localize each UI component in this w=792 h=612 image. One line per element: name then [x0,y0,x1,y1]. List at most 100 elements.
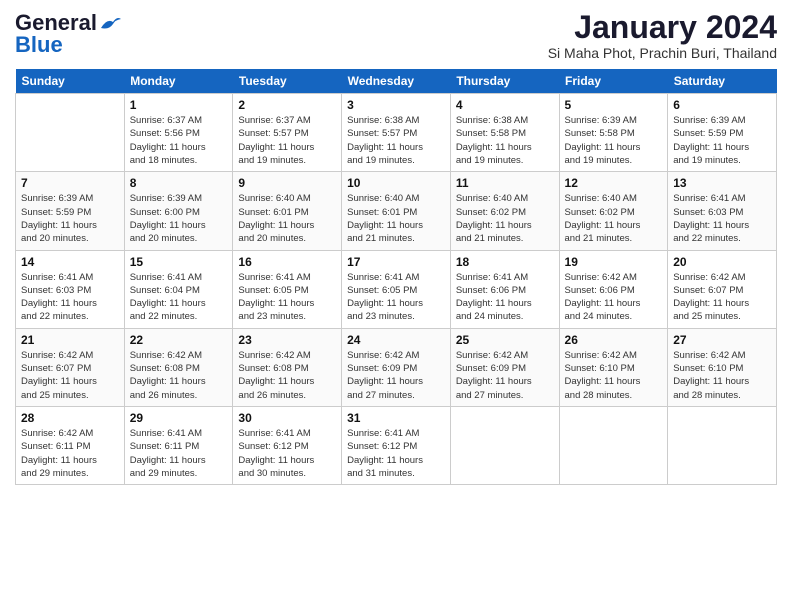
day-info: Sunrise: 6:39 AM Sunset: 6:00 PM Dayligh… [130,192,228,245]
col-tuesday: Tuesday [233,69,342,94]
table-row: 22 Sunrise: 6:42 AM Sunset: 6:08 PM Dayli… [124,328,233,406]
day-number: 20 [673,255,771,269]
day-info: Sunrise: 6:40 AM Sunset: 6:02 PM Dayligh… [456,192,554,245]
day-number: 7 [21,176,119,190]
calendar-week-row: 1Sunrise: 6:37 AM Sunset: 5:56 PM Daylig… [16,94,777,172]
day-number: 17 [347,255,445,269]
table-row: 8 Sunrise: 6:39 AM Sunset: 6:00 PM Daylig… [124,172,233,250]
day-number: 23 [238,333,336,347]
table-row: 3 Sunrise: 6:38 AM Sunset: 5:57 PM Daylig… [342,94,451,172]
day-number: 18 [456,255,554,269]
logo-blue: Blue [15,32,63,58]
table-row: 9 Sunrise: 6:40 AM Sunset: 6:01 PM Daylig… [233,172,342,250]
table-row: 16 Sunrise: 6:41 AM Sunset: 6:05 PM Dayli… [233,250,342,328]
table-row: 28 Sunrise: 6:42 AM Sunset: 6:11 PM Dayli… [16,406,125,484]
day-info: Sunrise: 6:42 AM Sunset: 6:08 PM Dayligh… [238,349,336,402]
day-info: Sunrise: 6:42 AM Sunset: 6:10 PM Dayligh… [565,349,663,402]
table-row: 10Sunrise: 6:40 AM Sunset: 6:01 PM Dayli… [342,172,451,250]
day-info: Sunrise: 6:41 AM Sunset: 6:04 PM Dayligh… [130,271,228,324]
day-number: 15 [130,255,228,269]
calendar-table: Sunday Monday Tuesday Wednesday Thursday… [15,69,777,485]
table-row: 15 Sunrise: 6:41 AM Sunset: 6:04 PM Dayli… [124,250,233,328]
calendar-week-row: 21Sunrise: 6:42 AM Sunset: 6:07 PM Dayli… [16,328,777,406]
day-info: Sunrise: 6:42 AM Sunset: 6:11 PM Dayligh… [21,427,119,480]
table-row [559,406,668,484]
table-row: 14 Sunrise: 6:41 AM Sunset: 6:03 PM Dayli… [16,250,125,328]
table-row: 5 Sunrise: 6:39 AM Sunset: 5:58 PM Daylig… [559,94,668,172]
day-number: 6 [673,98,771,112]
day-info: Sunrise: 6:40 AM Sunset: 6:01 PM Dayligh… [347,192,445,245]
table-row: 7 Sunrise: 6:39 AM Sunset: 5:59 PM Daylig… [16,172,125,250]
col-saturday: Saturday [668,69,777,94]
day-info: Sunrise: 6:39 AM Sunset: 5:59 PM Dayligh… [21,192,119,245]
day-number: 2 [238,98,336,112]
table-row: 21Sunrise: 6:42 AM Sunset: 6:07 PM Dayli… [16,328,125,406]
day-info: Sunrise: 6:38 AM Sunset: 5:57 PM Dayligh… [347,114,445,167]
table-row: 13Sunrise: 6:41 AM Sunset: 6:03 PM Dayli… [668,172,777,250]
table-row: 11 Sunrise: 6:40 AM Sunset: 6:02 PM Dayli… [450,172,559,250]
day-number: 11 [456,176,554,190]
day-info: Sunrise: 6:39 AM Sunset: 5:58 PM Dayligh… [565,114,663,167]
day-number: 3 [347,98,445,112]
day-number: 16 [238,255,336,269]
day-number: 13 [673,176,771,190]
day-number: 4 [456,98,554,112]
day-info: Sunrise: 6:42 AM Sunset: 6:08 PM Dayligh… [130,349,228,402]
day-number: 9 [238,176,336,190]
day-info: Sunrise: 6:41 AM Sunset: 6:12 PM Dayligh… [238,427,336,480]
day-info: Sunrise: 6:37 AM Sunset: 5:56 PM Dayligh… [130,114,228,167]
table-row: 24Sunrise: 6:42 AM Sunset: 6:09 PM Dayli… [342,328,451,406]
table-row: 12Sunrise: 6:40 AM Sunset: 6:02 PM Dayli… [559,172,668,250]
day-number: 21 [21,333,119,347]
table-row: 4 Sunrise: 6:38 AM Sunset: 5:58 PM Daylig… [450,94,559,172]
main-title: January 2024 [548,10,777,45]
day-info: Sunrise: 6:41 AM Sunset: 6:12 PM Dayligh… [347,427,445,480]
day-info: Sunrise: 6:40 AM Sunset: 6:01 PM Dayligh… [238,192,336,245]
subtitle: Si Maha Phot, Prachin Buri, Thailand [548,45,777,61]
day-number: 14 [21,255,119,269]
day-info: Sunrise: 6:42 AM Sunset: 6:06 PM Dayligh… [565,271,663,324]
col-friday: Friday [559,69,668,94]
table-row [450,406,559,484]
col-wednesday: Wednesday [342,69,451,94]
day-number: 12 [565,176,663,190]
table-row: 1Sunrise: 6:37 AM Sunset: 5:56 PM Daylig… [124,94,233,172]
day-number: 26 [565,333,663,347]
table-row: 29 Sunrise: 6:41 AM Sunset: 6:11 PM Dayli… [124,406,233,484]
day-info: Sunrise: 6:39 AM Sunset: 5:59 PM Dayligh… [673,114,771,167]
title-section: January 2024 Si Maha Phot, Prachin Buri,… [548,10,777,61]
col-monday: Monday [124,69,233,94]
table-row: 18 Sunrise: 6:41 AM Sunset: 6:06 PM Dayli… [450,250,559,328]
day-info: Sunrise: 6:41 AM Sunset: 6:03 PM Dayligh… [21,271,119,324]
table-row: 20 Sunrise: 6:42 AM Sunset: 6:07 PM Dayli… [668,250,777,328]
table-row: 6 Sunrise: 6:39 AM Sunset: 5:59 PM Daylig… [668,94,777,172]
table-row: 19 Sunrise: 6:42 AM Sunset: 6:06 PM Dayli… [559,250,668,328]
calendar-header-row: Sunday Monday Tuesday Wednesday Thursday… [16,69,777,94]
day-number: 27 [673,333,771,347]
day-info: Sunrise: 6:42 AM Sunset: 6:09 PM Dayligh… [347,349,445,402]
table-row: 25Sunrise: 6:42 AM Sunset: 6:09 PM Dayli… [450,328,559,406]
logo: General Blue [15,10,121,58]
day-number: 29 [130,411,228,425]
day-info: Sunrise: 6:41 AM Sunset: 6:05 PM Dayligh… [238,271,336,324]
day-info: Sunrise: 6:41 AM Sunset: 6:06 PM Dayligh… [456,271,554,324]
table-row [668,406,777,484]
day-number: 22 [130,333,228,347]
day-number: 19 [565,255,663,269]
day-info: Sunrise: 6:38 AM Sunset: 5:58 PM Dayligh… [456,114,554,167]
day-number: 5 [565,98,663,112]
day-info: Sunrise: 6:42 AM Sunset: 6:07 PM Dayligh… [673,271,771,324]
table-row: 17Sunrise: 6:41 AM Sunset: 6:05 PM Dayli… [342,250,451,328]
day-number: 8 [130,176,228,190]
table-row [16,94,125,172]
day-info: Sunrise: 6:41 AM Sunset: 6:11 PM Dayligh… [130,427,228,480]
col-thursday: Thursday [450,69,559,94]
table-row: 2Sunrise: 6:37 AM Sunset: 5:57 PM Daylig… [233,94,342,172]
header: General Blue January 2024 Si Maha Phot, … [15,10,777,61]
calendar-week-row: 14 Sunrise: 6:41 AM Sunset: 6:03 PM Dayli… [16,250,777,328]
table-row: 27Sunrise: 6:42 AM Sunset: 6:10 PM Dayli… [668,328,777,406]
day-number: 30 [238,411,336,425]
table-row: 31Sunrise: 6:41 AM Sunset: 6:12 PM Dayli… [342,406,451,484]
table-row: 26 Sunrise: 6:42 AM Sunset: 6:10 PM Dayli… [559,328,668,406]
day-number: 28 [21,411,119,425]
